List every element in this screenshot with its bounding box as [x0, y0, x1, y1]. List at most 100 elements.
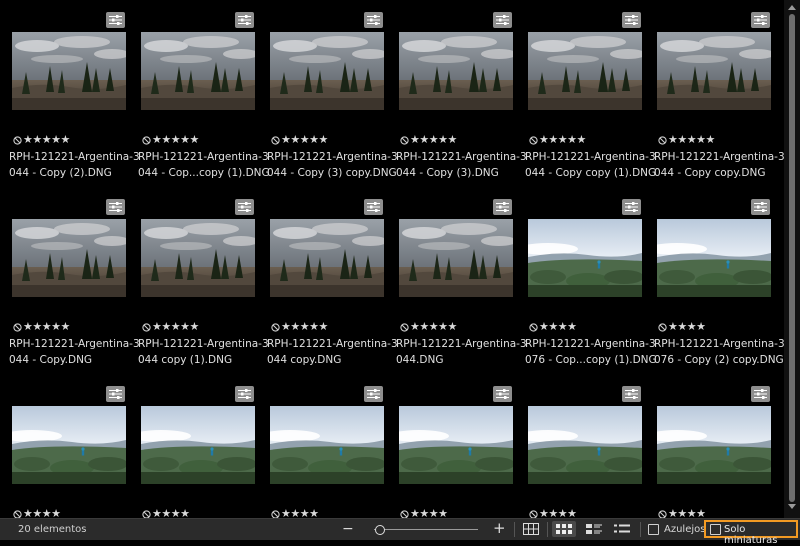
photo-thumbnail[interactable]	[528, 406, 642, 484]
reject-flag-icon[interactable]	[658, 509, 667, 519]
adjustments-badge[interactable]	[493, 199, 512, 215]
reject-flag-icon[interactable]	[658, 322, 667, 332]
photo-tile[interactable]: ★★★★★ RPH-121221-Argentina-3 044 - Copy (3…	[267, 12, 398, 192]
reject-flag-icon[interactable]	[271, 135, 280, 145]
photo-tile[interactable]: ★★★★	[267, 386, 387, 518]
photo-tile[interactable]: ★★★★★ RPH-121221-Argentina-3 044 copy (1).…	[138, 199, 269, 379]
star-rating[interactable]: ★★★★	[668, 321, 706, 333]
photo-thumbnail[interactable]	[528, 219, 642, 297]
star-rating[interactable]: ★★★★	[668, 508, 706, 519]
adjustments-badge[interactable]	[364, 199, 383, 215]
reject-flag-icon[interactable]	[13, 135, 22, 145]
adjustments-badge[interactable]	[493, 12, 512, 28]
photo-thumbnail[interactable]	[270, 219, 384, 297]
adjustments-badge[interactable]	[493, 386, 512, 402]
star-rating[interactable]: ★★★★★	[23, 321, 70, 333]
scroll-up-icon[interactable]	[788, 4, 796, 10]
star-rating[interactable]: ★★★★★	[152, 321, 199, 333]
star-rating[interactable]: ★★★★★	[281, 321, 328, 333]
star-rating[interactable]: ★★★★	[152, 508, 190, 519]
adjustments-badge[interactable]	[235, 386, 254, 402]
reject-flag-icon[interactable]	[400, 322, 409, 332]
photo-tile[interactable]: ★★★★★ RPH-121221-Argentina-3 044 - Copy co…	[525, 12, 656, 192]
photo-tile[interactable]: ★★★★★ RPH-121221-Argentina-3 044 copy.DNG	[267, 199, 398, 379]
photo-tile[interactable]: ★★★★	[138, 386, 258, 518]
photo-thumbnail[interactable]	[657, 406, 771, 484]
star-rating[interactable]: ★★★★	[23, 508, 61, 519]
adjustments-badge[interactable]	[751, 199, 770, 215]
adjustments-badge[interactable]	[106, 12, 125, 28]
photo-tile[interactable]: ★★★★★ RPH-121221-Argentina-3 044.DNG	[396, 199, 527, 379]
star-rating[interactable]: ★★★★★	[410, 134, 457, 146]
photo-thumbnail[interactable]	[12, 219, 126, 297]
photo-thumbnail[interactable]	[141, 406, 255, 484]
photo-tile[interactable]: ★★★★★ RPH-121221-Argentina-3 044 - Copy.DN…	[9, 199, 140, 379]
photo-tile[interactable]: ★★★★	[9, 386, 129, 518]
adjustments-badge[interactable]	[751, 386, 770, 402]
thumbnails-only-checkbox[interactable]	[710, 524, 721, 535]
reject-flag-icon[interactable]	[142, 509, 151, 519]
star-rating[interactable]: ★★★★	[539, 508, 577, 519]
reject-flag-icon[interactable]	[529, 135, 538, 145]
photo-thumbnail[interactable]	[399, 219, 513, 297]
photo-thumbnail[interactable]	[399, 32, 513, 110]
star-rating[interactable]: ★★★★	[539, 321, 577, 333]
reject-flag-icon[interactable]	[529, 509, 538, 519]
reject-flag-icon[interactable]	[529, 322, 538, 332]
photo-tile[interactable]: ★★★★	[654, 386, 774, 518]
adjustments-badge[interactable]	[235, 199, 254, 215]
adjustments-badge[interactable]	[364, 386, 383, 402]
photo-thumbnail[interactable]	[528, 32, 642, 110]
adjustments-badge[interactable]	[622, 199, 641, 215]
reject-flag-icon[interactable]	[142, 322, 151, 332]
photo-thumbnail[interactable]	[657, 32, 771, 110]
photo-tile[interactable]: ★★★★	[525, 386, 645, 518]
photo-thumbnail[interactable]	[141, 219, 255, 297]
photo-tile[interactable]: ★★★★★ RPH-121221-Argentina-3 044 - Copy (2…	[9, 12, 140, 192]
zoom-out-button[interactable]: −	[342, 522, 354, 536]
scroll-down-icon[interactable]	[788, 504, 796, 510]
photo-tile[interactable]: ★★★★★ RPH-121221-Argentina-3 044 - Copy (3…	[396, 12, 527, 192]
reject-flag-icon[interactable]	[400, 135, 409, 145]
photo-tile[interactable]: ★★★★★ RPH-121221-Argentina-3 044 - Copy co…	[654, 12, 784, 192]
zoom-slider-knob[interactable]	[375, 525, 385, 535]
photo-thumbnail[interactable]	[12, 32, 126, 110]
vertical-scrollbar[interactable]	[784, 0, 800, 518]
adjustments-badge[interactable]	[106, 199, 125, 215]
photo-tile[interactable]: ★★★★ RPH-121221-Argentina-3 076 - Cop...co…	[525, 199, 657, 379]
zoom-slider[interactable]	[370, 524, 478, 536]
photo-tile[interactable]: ★★★★★ RPH-121221-Argentina-3 044 - Cop...c…	[138, 12, 270, 192]
photo-thumbnail[interactable]	[399, 406, 513, 484]
star-rating[interactable]: ★★★★★	[539, 134, 586, 146]
star-rating[interactable]: ★★★★★	[152, 134, 199, 146]
reject-flag-icon[interactable]	[142, 135, 151, 145]
view-grid-medium-button[interactable]	[552, 521, 576, 537]
adjustments-badge[interactable]	[235, 12, 254, 28]
photo-thumbnail[interactable]	[141, 32, 255, 110]
view-details-button[interactable]	[582, 521, 606, 537]
adjustments-badge[interactable]	[106, 386, 125, 402]
reject-flag-icon[interactable]	[13, 322, 22, 332]
reject-flag-icon[interactable]	[400, 509, 409, 519]
view-grid-large-button[interactable]	[519, 521, 543, 537]
photo-thumbnail[interactable]	[270, 32, 384, 110]
tiles-checkbox[interactable]	[648, 524, 659, 535]
reject-flag-icon[interactable]	[13, 509, 22, 519]
reject-flag-icon[interactable]	[271, 322, 280, 332]
adjustments-badge[interactable]	[364, 12, 383, 28]
adjustments-badge[interactable]	[622, 12, 641, 28]
star-rating[interactable]: ★★★★★	[668, 134, 715, 146]
star-rating[interactable]: ★★★★★	[281, 134, 328, 146]
star-rating[interactable]: ★★★★★	[410, 321, 457, 333]
photo-thumbnail[interactable]	[12, 406, 126, 484]
scrollbar-thumb[interactable]	[789, 14, 795, 502]
star-rating[interactable]: ★★★★★	[23, 134, 70, 146]
photo-tile[interactable]: ★★★★ RPH-121221-Argentina-3 076 - Copy (2)…	[654, 199, 784, 379]
photo-thumbnail[interactable]	[657, 219, 771, 297]
photo-thumbnail[interactable]	[270, 406, 384, 484]
zoom-in-button[interactable]: +	[493, 521, 506, 536]
reject-flag-icon[interactable]	[658, 135, 667, 145]
adjustments-badge[interactable]	[622, 386, 641, 402]
view-list-button[interactable]	[610, 521, 634, 537]
reject-flag-icon[interactable]	[271, 509, 280, 519]
